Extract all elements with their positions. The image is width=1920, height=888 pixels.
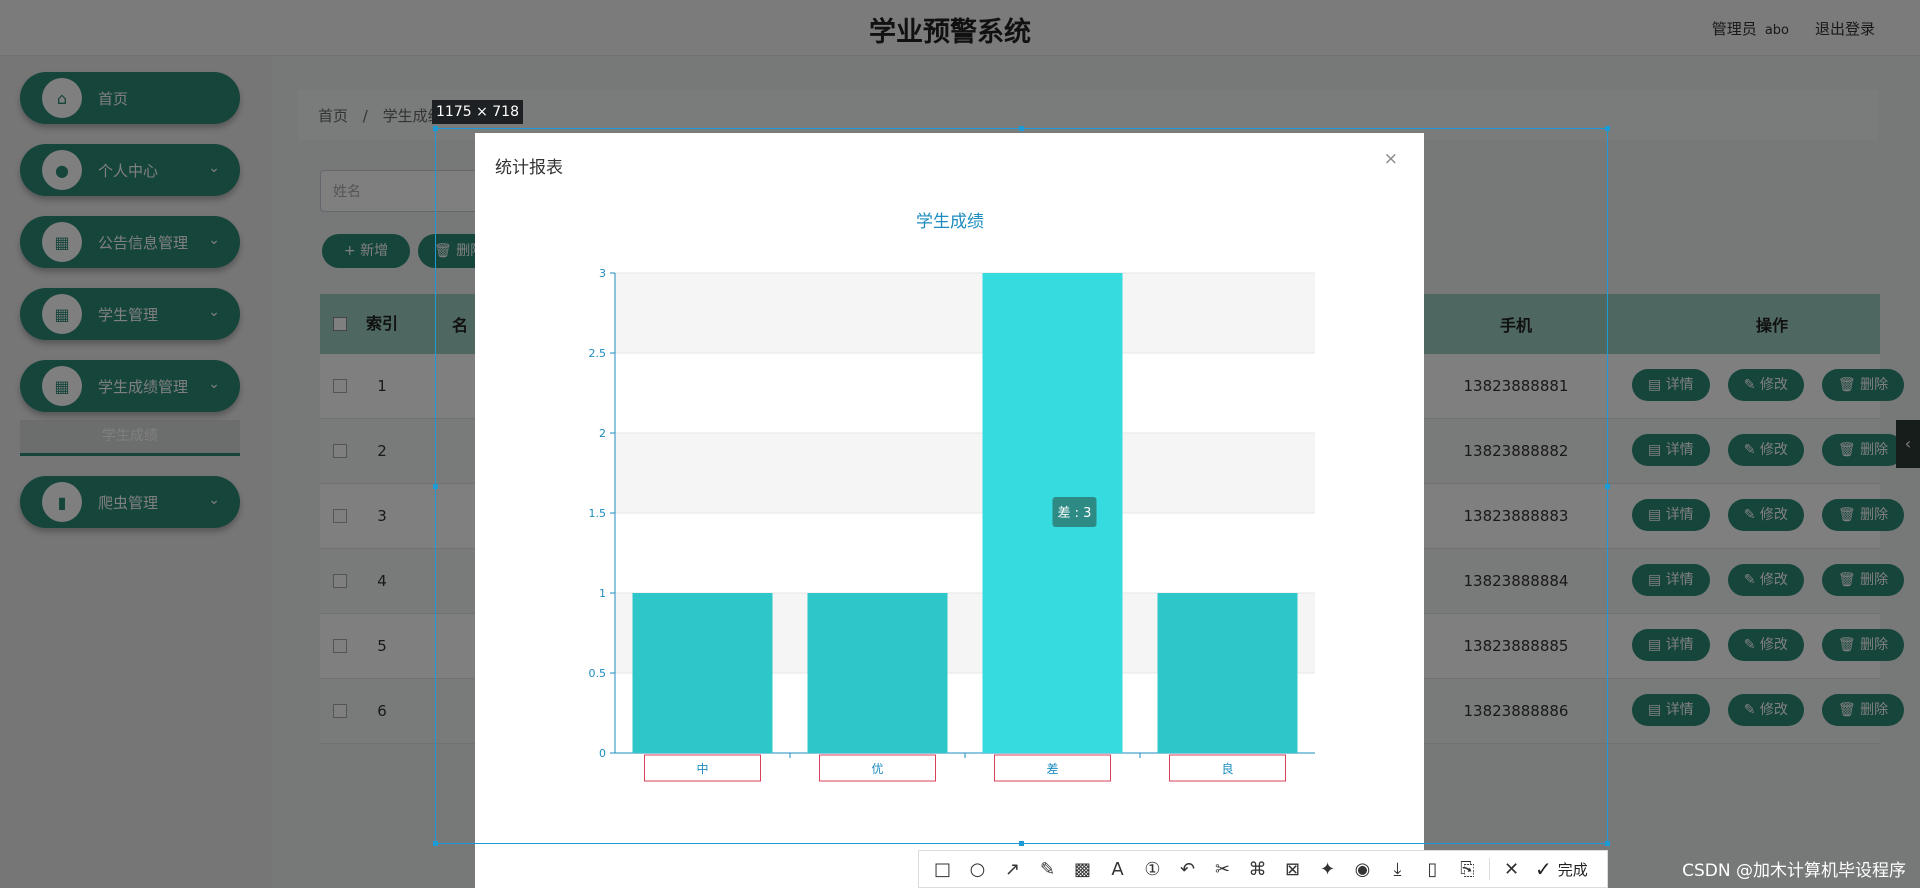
- selection-size-label: 1175 × 718: [432, 100, 523, 124]
- resize-handle[interactable]: [1605, 484, 1610, 489]
- translate-icon[interactable]: ⌘: [1240, 850, 1275, 888]
- text-icon[interactable]: A: [1100, 850, 1135, 888]
- capture-toolbar: □ ○ ↗ ✎ ▩ A ① ↶ ✂ ⌘ ⊠ ✦ ◉ ⤓ ▯ ⎘ ✕ ✓ 完成: [918, 850, 1608, 888]
- resize-handle[interactable]: [433, 126, 438, 131]
- pin-icon[interactable]: ✦: [1310, 850, 1345, 888]
- check-icon: ✓: [1535, 857, 1552, 881]
- ellipse-icon[interactable]: ○: [960, 850, 995, 888]
- bookmark-icon[interactable]: ⎘: [1450, 850, 1485, 888]
- resize-handle[interactable]: [433, 841, 438, 846]
- phone-icon[interactable]: ▯: [1415, 850, 1450, 888]
- capture-selection[interactable]: [433, 126, 1610, 846]
- resize-handle[interactable]: [1605, 841, 1610, 846]
- done-button[interactable]: ✓ 完成: [1535, 857, 1588, 881]
- watermark: CSDN @加木计算机毕设程序: [1682, 861, 1906, 881]
- resize-handle[interactable]: [1019, 126, 1024, 131]
- resize-handle[interactable]: [1019, 841, 1024, 846]
- capture-tools: □ ○ ↗ ✎ ▩ A ① ↶ ✂ ⌘ ⊠ ✦ ◉ ⤓ ▯ ⎘: [925, 850, 1485, 888]
- pen-icon[interactable]: ✎: [1030, 850, 1065, 888]
- done-label: 完成: [1557, 860, 1588, 879]
- download-icon[interactable]: ⤓: [1380, 850, 1415, 888]
- number-icon[interactable]: ①: [1135, 850, 1170, 888]
- resize-handle[interactable]: [1605, 126, 1610, 131]
- cut-icon[interactable]: ✂: [1205, 850, 1240, 888]
- cancel-icon[interactable]: ✕: [1494, 850, 1529, 888]
- arrow-icon[interactable]: ↗: [995, 850, 1030, 888]
- rectangle-icon[interactable]: □: [925, 850, 960, 888]
- ocr-icon[interactable]: ⊠: [1275, 850, 1310, 888]
- record-icon[interactable]: ◉: [1345, 850, 1380, 888]
- resize-handle[interactable]: [433, 484, 438, 489]
- undo-icon[interactable]: ↶: [1170, 850, 1205, 888]
- toolbar-divider: [1489, 858, 1490, 880]
- mosaic-icon[interactable]: ▩: [1065, 850, 1100, 888]
